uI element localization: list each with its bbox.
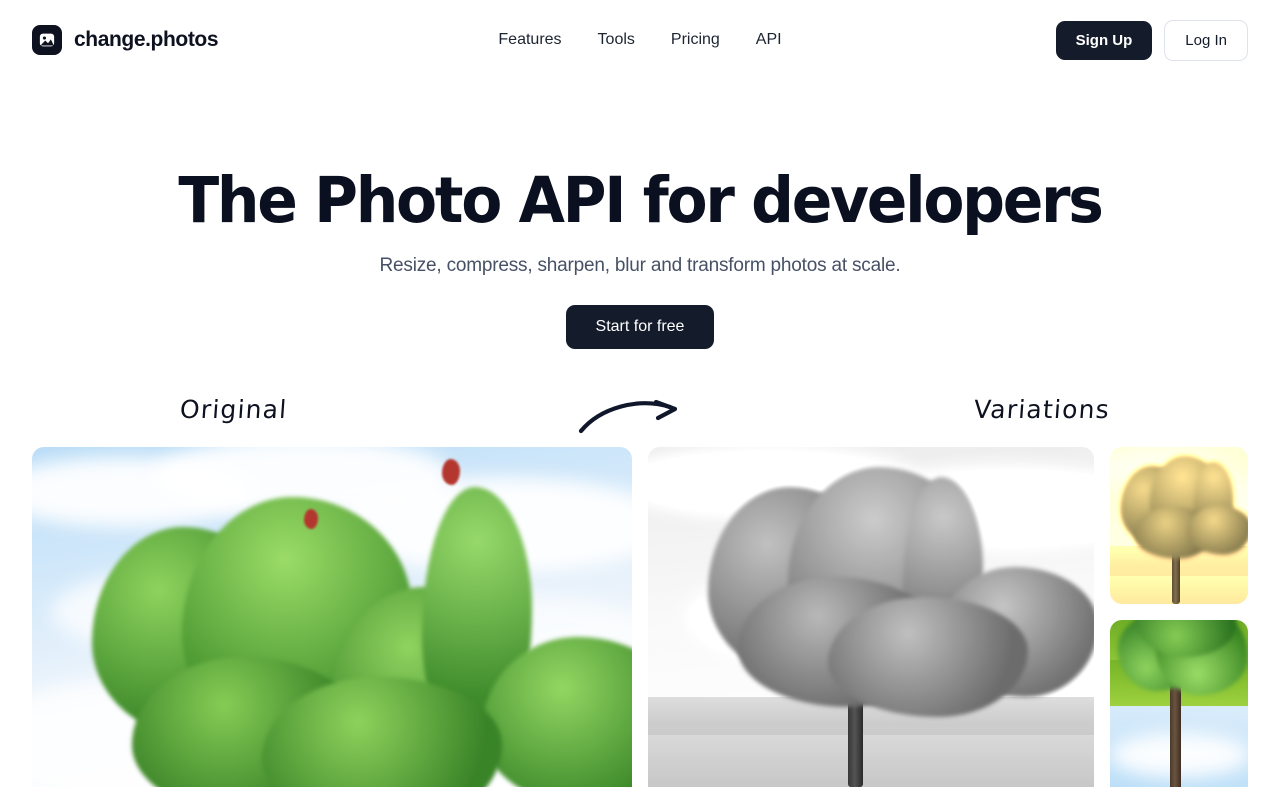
grayscale-variation-panel[interactable] — [648, 446, 1094, 787]
site-header: change.photos Features Tools Pricing API… — [0, 0, 1280, 80]
log-in-button[interactable]: Log In — [1164, 19, 1248, 61]
flipped-variation-thumbnail[interactable] — [1110, 619, 1248, 787]
hero-section: The Photo API for developers Resize, com… — [0, 80, 1280, 349]
original-photo — [32, 446, 632, 787]
hero-cta-wrapper: Start for free — [0, 304, 1280, 349]
sepia-photo — [1110, 446, 1248, 604]
image-photo-icon — [32, 25, 62, 55]
brand-logo-link[interactable]: change.photos — [32, 25, 219, 55]
header-actions: Sign Up Log In — [1055, 19, 1248, 61]
original-label: Original — [178, 394, 289, 424]
original-image-panel[interactable] — [32, 446, 632, 787]
primary-navigation: Features Tools Pricing API — [498, 31, 781, 49]
flipped-photo — [1110, 619, 1248, 787]
curved-arrow-right-icon — [578, 391, 688, 440]
page-title: The Photo API for developers — [178, 164, 1104, 237]
variations-label: Variations — [972, 394, 1111, 424]
brand-name: change.photos — [74, 28, 219, 51]
compare-labels-row: Original Variations — [32, 393, 1248, 447]
nav-item-features[interactable]: Features — [498, 31, 561, 49]
compare-section: Original Variations — [0, 393, 1280, 787]
variation-thumbnails — [1110, 446, 1248, 787]
grayscale-photo — [648, 446, 1094, 787]
nav-item-api[interactable]: API — [756, 31, 782, 49]
start-for-free-button[interactable]: Start for free — [565, 304, 715, 349]
nav-item-pricing[interactable]: Pricing — [671, 31, 720, 49]
sign-up-button[interactable]: Sign Up — [1055, 20, 1153, 60]
nav-item-tools[interactable]: Tools — [598, 31, 635, 49]
sepia-variation-thumbnail[interactable] — [1110, 446, 1248, 604]
hero-subtitle: Resize, compress, sharpen, blur and tran… — [379, 254, 901, 276]
image-comparison-grid — [32, 446, 1248, 787]
